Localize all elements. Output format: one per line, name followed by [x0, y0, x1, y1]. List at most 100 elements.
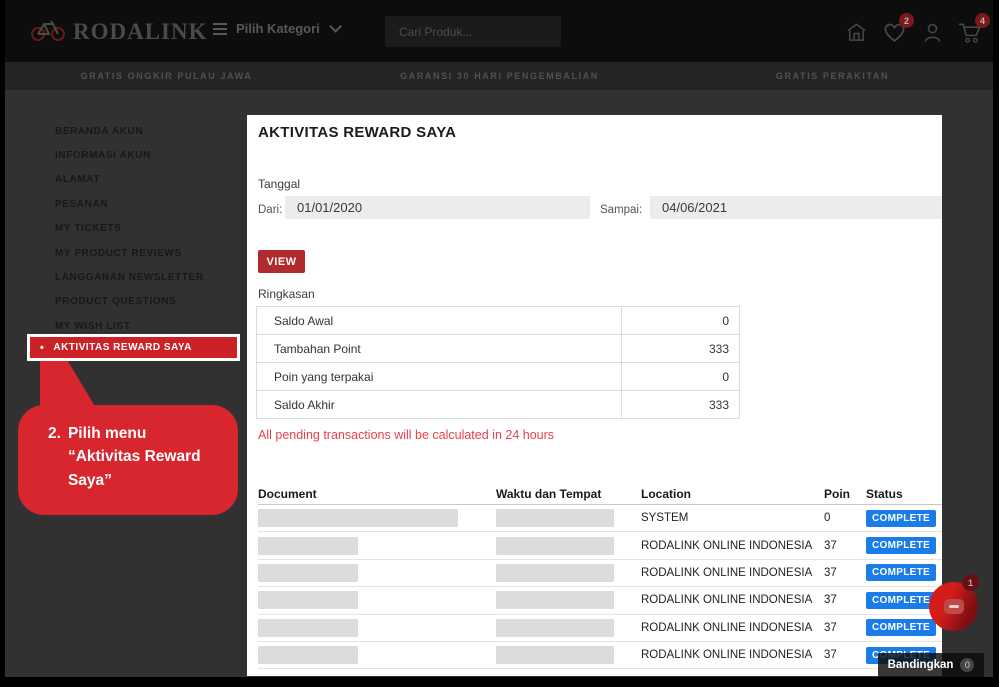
date-from-input[interactable]	[285, 196, 590, 219]
header-actions: 2 4	[843, 19, 983, 45]
summary-row: Saldo Awal 0	[257, 307, 739, 335]
summary-row: Tambahan Point 333	[257, 335, 739, 363]
location-cell: RODALINK ONLINE INDONESIA	[641, 649, 824, 661]
screenshot-border	[0, 677, 999, 687]
logo-text: RODALINK	[73, 19, 208, 45]
sidebar-item[interactable]: PESANAN	[55, 192, 245, 216]
search-input[interactable]	[385, 25, 554, 39]
content-panel: AKTIVITAS REWARD SAYA Tanggal Dari: Samp…	[247, 115, 942, 676]
summary-row-value: 333	[622, 391, 739, 418]
poin-cell: 37	[824, 567, 866, 579]
screenshot-border	[993, 0, 999, 687]
document-redacted	[258, 509, 458, 527]
location-cell: SYSTEM	[641, 512, 824, 524]
poin-cell: 37	[824, 594, 866, 606]
sidebar: BERANDA AKUNINFORMASI AKUNALAMATPESANANM…	[55, 119, 245, 339]
sidebar-item[interactable]: LANGGANAN NEWSLETTER	[55, 265, 245, 289]
summary-row-label: Poin yang terpakai	[257, 363, 622, 390]
date-filter-label: Tanggal	[258, 177, 300, 191]
time-redacted	[496, 619, 614, 637]
pending-notice: All pending transactions will be calcula…	[258, 428, 554, 442]
sidebar-active-label: AKTIVITAS REWARD SAYA	[53, 342, 191, 353]
chat-count-badge: 1	[962, 574, 979, 591]
time-redacted	[496, 564, 614, 582]
page: RODALINK Pilih Kategori	[0, 0, 999, 687]
promo-item: GARANSI 30 HARI PENGEMBALIAN	[333, 71, 666, 81]
document-redacted	[258, 591, 358, 609]
compare-bar-label: Bandingkan	[888, 659, 954, 671]
sidebar-item[interactable]: BERANDA AKUN	[55, 119, 245, 143]
table-row: SYSTEM 0 COMPLETE	[258, 505, 942, 532]
account-button[interactable]	[919, 19, 945, 45]
transactions-table-body: SYSTEM 0 COMPLETE RODALINK ONLINE INDONE…	[258, 505, 942, 669]
poin-cell: 37	[824, 540, 866, 552]
status-badge: COMPLETE	[866, 619, 936, 636]
sidebar-item-aktivitas-reward-saya[interactable]: • AKTIVITAS REWARD SAYA	[27, 334, 240, 361]
document-redacted	[258, 619, 358, 637]
callout-tail	[40, 358, 100, 408]
screenshot-border	[0, 0, 5, 687]
bicycle-logo-icon	[30, 15, 66, 48]
view-button[interactable]: VIEW	[258, 250, 305, 273]
time-redacted	[496, 646, 614, 664]
category-menu-button[interactable]: Pilih Kategori	[213, 21, 338, 36]
summary-row: Saldo Akhir 333	[257, 391, 739, 419]
summary-row-label: Saldo Awal	[257, 307, 622, 334]
cart-count-badge: 4	[975, 13, 990, 28]
poin-cell: 37	[824, 622, 866, 634]
cart-button[interactable]: 4	[957, 19, 983, 45]
summary-table: Saldo Awal 0 Tambahan Point 333 Poin yan…	[256, 306, 740, 419]
category-menu-label: Pilih Kategori	[236, 21, 320, 36]
wishlist-count-badge: 2	[899, 13, 914, 28]
header: RODALINK Pilih Kategori	[0, 0, 999, 62]
sidebar-item[interactable]: PRODUCT QUESTIONS	[55, 290, 245, 314]
table-row: RODALINK ONLINE INDONESIA 37 COMPLETE	[258, 560, 942, 587]
location-cell: RODALINK ONLINE INDONESIA	[641, 622, 824, 634]
summary-row-value: 0	[622, 307, 739, 334]
summary-row-value: 333	[622, 335, 739, 362]
document-redacted	[258, 646, 358, 664]
store-locator-button[interactable]	[843, 19, 869, 45]
location-cell: RODALINK ONLINE INDONESIA	[641, 540, 824, 552]
compare-bar[interactable]: Bandingkan 0	[878, 653, 984, 677]
date-to-input[interactable]	[650, 196, 942, 219]
storefront-icon	[845, 21, 868, 44]
column-header-document: Document	[258, 487, 496, 501]
document-redacted	[258, 564, 358, 582]
status-badge: COMPLETE	[866, 592, 936, 609]
status-badge: COMPLETE	[866, 537, 936, 554]
table-row: RODALINK ONLINE INDONESIA 37 COMPLETE	[258, 587, 942, 614]
sidebar-item[interactable]: ALAMAT	[55, 168, 245, 192]
promo-item: GRATIS PERAKITAN	[666, 71, 999, 81]
search-bar	[385, 16, 561, 47]
poin-cell: 37	[824, 649, 866, 661]
logo[interactable]: RODALINK	[30, 15, 208, 48]
callout-step-number: 2.	[48, 422, 61, 515]
summary-row: Poin yang terpakai 0	[257, 363, 739, 391]
chat-icon	[944, 599, 964, 614]
user-icon	[921, 21, 944, 44]
transactions-table-header: Document Waktu dan Tempat Location Poin …	[258, 483, 942, 505]
sidebar-item[interactable]: INFORMASI AKUN	[55, 143, 245, 167]
sidebar-item[interactable]: MY TICKETS	[55, 217, 245, 241]
status-badge: COMPLETE	[866, 564, 936, 581]
callout-bubble: 2. Pilih menu “Aktivitas Reward Saya”	[18, 405, 238, 515]
summary-label: Ringkasan	[258, 287, 315, 301]
location-cell: RODALINK ONLINE INDONESIA	[641, 594, 824, 606]
document-redacted	[258, 537, 358, 555]
sidebar-item[interactable]: MY PRODUCT REVIEWS	[55, 241, 245, 265]
promo-item: GRATIS ONGKIR PULAU JAWA	[0, 71, 333, 81]
compare-count-badge: 0	[960, 658, 974, 672]
table-row: RODALINK ONLINE INDONESIA 37 COMPLETE	[258, 532, 942, 559]
promo-bar: GRATIS ONGKIR PULAU JAWAGARANSI 30 HARI …	[0, 62, 999, 90]
column-header-status: Status	[866, 487, 942, 501]
column-header-waktu-dan-tempat: Waktu dan Tempat	[496, 487, 641, 501]
hamburger-icon	[213, 23, 227, 35]
summary-row-value: 0	[622, 363, 739, 390]
time-redacted	[496, 509, 614, 527]
transactions-table: Document Waktu dan Tempat Location Poin …	[258, 483, 942, 669]
table-row: RODALINK ONLINE INDONESIA 37 COMPLETE	[258, 642, 942, 669]
wishlist-button[interactable]: 2	[881, 19, 907, 45]
column-header-location: Location	[641, 487, 824, 501]
summary-row-label: Saldo Akhir	[257, 391, 622, 418]
